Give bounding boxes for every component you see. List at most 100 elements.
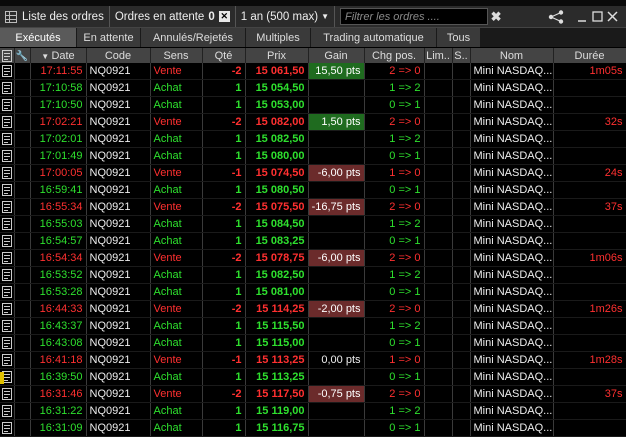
column-header-chg-pos[interactable]: Chg pos. <box>364 48 425 63</box>
cell-prix: 15 082,50 <box>245 130 309 148</box>
close-icon[interactable] <box>607 6 621 27</box>
tab-tous[interactable]: Tous <box>437 28 481 47</box>
cell-chg-pos: 0 => 1 <box>364 147 425 165</box>
cell-sens: Achat <box>150 283 203 301</box>
tab-multiples[interactable]: Multiples <box>246 28 311 47</box>
column-header-prix[interactable]: Prix <box>245 48 309 63</box>
row-doc-icon[interactable] <box>0 198 15 216</box>
table-row[interactable]: 17:01:49 NQ0921 Achat 1 15 080,00 0 => 1 Mini … <box>0 147 626 165</box>
cell-sens: Vente <box>150 351 203 369</box>
row-doc-icon[interactable] <box>0 113 15 131</box>
table-row[interactable]: 17:00:05 NQ0921 Vente -1 15 074,50 -6,00 pts 1… <box>0 164 626 182</box>
cell-qte: -2 <box>202 385 246 403</box>
row-doc-icon[interactable] <box>0 79 15 97</box>
table-row[interactable]: 16:41:18 NQ0921 Vente -1 15 113,25 0,00 pts 1 … <box>0 351 626 369</box>
row-doc-icon[interactable] <box>0 351 15 369</box>
tab-executes[interactable]: Exécutés <box>0 28 77 47</box>
table-row[interactable]: 16:53:28 NQ0921 Achat 1 15 081,00 0 => 1 Mini … <box>0 283 626 301</box>
cell-gain: -0,75 pts <box>308 385 365 403</box>
column-header-duree[interactable]: Durée <box>553 48 626 63</box>
cell-duree: 1m05s <box>553 63 626 80</box>
cell-sens: Achat <box>150 419 203 437</box>
header-wrench-icon[interactable]: 🔧 <box>14 48 31 63</box>
row-doc-icon[interactable] <box>0 317 15 335</box>
row-doc-icon[interactable] <box>0 147 15 165</box>
cell-sens: Achat <box>150 334 203 352</box>
share-icon[interactable] <box>548 6 566 27</box>
cell-lim <box>424 215 453 233</box>
cell-code: NQ0921 <box>86 317 151 335</box>
orders-list-header[interactable]: Liste des ordres <box>0 6 110 27</box>
table-row[interactable]: 16:53:52 NQ0921 Achat 1 15 082,50 1 => 2 Mini … <box>0 266 626 284</box>
cell-duree <box>553 266 626 284</box>
row-doc-icon[interactable] <box>0 283 15 301</box>
tab-annules-rejetes[interactable]: Annulés/Rejetés <box>141 28 246 47</box>
minimize-icon[interactable] <box>577 6 589 27</box>
row-doc-icon[interactable] <box>0 232 15 250</box>
header-doc-icon[interactable] <box>0 48 15 63</box>
row-doc-icon[interactable] <box>0 334 15 352</box>
cell-date: 16:55:34 <box>30 198 87 216</box>
column-header-code[interactable]: Code <box>86 48 151 63</box>
maximize-icon[interactable] <box>592 6 604 27</box>
grid-icon <box>5 10 17 23</box>
row-doc-icon[interactable] <box>0 266 15 284</box>
table-row[interactable]: 16:44:33 NQ0921 Vente -2 15 114,25 -2,00 pts 2… <box>0 300 626 318</box>
row-doc-icon[interactable] <box>0 419 15 437</box>
column-header-lim[interactable]: Lim.. <box>424 48 453 63</box>
table-row[interactable]: 17:11:55 NQ0921 Vente -2 15 061,50 15,50 pts 2… <box>0 63 626 80</box>
row-doc-icon[interactable] <box>0 63 15 80</box>
column-header-sens[interactable]: Sens <box>150 48 203 63</box>
table-row[interactable]: 17:02:01 NQ0921 Achat 1 15 082,50 1 => 2 Mini … <box>0 130 626 148</box>
row-doc-icon[interactable] <box>0 402 15 420</box>
pending-orders-toggle[interactable]: Ordres en attente 0 ✕ <box>110 6 236 27</box>
row-doc-icon[interactable] <box>0 164 15 182</box>
cell-chg-pos: 0 => 1 <box>364 283 425 301</box>
period-select[interactable]: 1 an (500 max) ▼ <box>236 6 336 27</box>
table-row[interactable]: 16:31:22 NQ0921 Achat 1 15 119,00 1 => 2 Mini … <box>0 402 626 420</box>
cell-code: NQ0921 <box>86 215 151 233</box>
table-row[interactable]: 16:59:41 NQ0921 Achat 1 15 080,50 0 => 1 Mini … <box>0 181 626 199</box>
table-row[interactable]: 16:55:34 NQ0921 Vente -2 15 075,50 -16,75 pts… <box>0 198 626 216</box>
cell-code: NQ0921 <box>86 266 151 284</box>
row-doc-icon[interactable] <box>0 96 15 114</box>
cell-lim <box>424 79 453 97</box>
cell-prix: 15 074,50 <box>245 164 309 182</box>
table-row[interactable]: 16:31:46 NQ0921 Vente -2 15 117,50 -0,75 pts 2… <box>0 385 626 403</box>
row-doc-icon[interactable] <box>0 130 15 148</box>
filter-orders-input[interactable] <box>340 8 489 25</box>
table-row[interactable]: 16:43:08 NQ0921 Achat 1 15 115,00 0 => 1 Mini … <box>0 334 626 352</box>
cell-gain <box>308 317 365 335</box>
column-header-s[interactable]: S.. <box>452 48 471 63</box>
clear-filter-icon[interactable]: ✖ <box>489 9 503 25</box>
cell-gain: -6,00 pts <box>308 249 365 267</box>
row-doc-icon[interactable] <box>0 215 15 233</box>
table-row[interactable]: 17:02:21 NQ0921 Vente -2 15 082,00 1,50 pts 2 … <box>0 113 626 131</box>
table-row[interactable]: 17:10:50 NQ0921 Achat 1 15 053,00 0 => 1 Mini … <box>0 96 626 114</box>
cell-prix: 15 113,25 <box>245 351 309 369</box>
column-header-date[interactable]: ▼ Date <box>30 48 87 63</box>
table-row[interactable]: 16:31:09 NQ0921 Achat 1 15 116,75 0 => 1 Mini … <box>0 419 626 437</box>
row-doc-icon[interactable] <box>0 249 15 267</box>
tab-en-attente[interactable]: En attente <box>77 28 141 47</box>
table-row[interactable]: 16:54:34 NQ0921 Vente -2 15 078,75 -6,00 pts 2… <box>0 249 626 267</box>
close-box-icon[interactable]: ✕ <box>218 11 230 22</box>
table-row[interactable]: 16:43:37 NQ0921 Achat 1 15 115,50 1 => 2 Mini … <box>0 317 626 335</box>
cell-gain <box>308 334 365 352</box>
tab-trading-automatique[interactable]: Trading automatique <box>311 28 437 47</box>
cell-chg-pos: 1 => 0 <box>364 351 425 369</box>
table-row[interactable]: 16:39:50 NQ0921 Achat 1 15 113,25 0 => 1 Mini … <box>0 368 626 386</box>
table-row[interactable]: 16:54:57 NQ0921 Achat 1 15 083,25 0 => 1 Mini … <box>0 232 626 250</box>
row-doc-icon[interactable] <box>0 385 15 403</box>
row-doc-icon[interactable] <box>0 181 15 199</box>
cell-duree <box>553 79 626 97</box>
row-doc-icon[interactable] <box>0 300 15 318</box>
column-header-nom[interactable]: Nom <box>470 48 554 63</box>
column-header-gain[interactable]: Gain <box>308 48 365 63</box>
pending-orders-label: Ordres en attente <box>114 10 205 23</box>
cell-date: 17:11:55 <box>30 63 87 80</box>
table-row[interactable]: 16:55:03 NQ0921 Achat 1 15 084,50 1 => 2 Mini … <box>0 215 626 233</box>
cell-duree: 37s <box>553 385 626 403</box>
table-row[interactable]: 17:10:58 NQ0921 Achat 1 15 054,50 1 => 2 Mini … <box>0 79 626 97</box>
column-header-qte[interactable]: Qté <box>202 48 246 63</box>
